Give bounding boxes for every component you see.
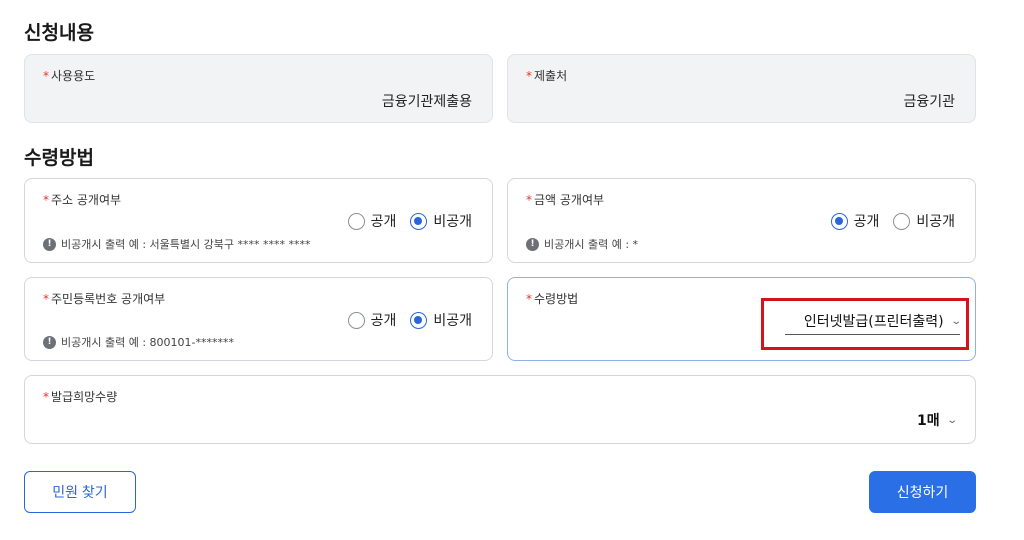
resident-number-private-radio[interactable]: 비공개 [410, 310, 472, 330]
required-mark: * [526, 292, 532, 306]
copies-field: * 발급희망수량 [24, 375, 976, 444]
address-disclosure-radio-group: 공개 비공개 [347, 211, 472, 231]
resident-number-public-radio[interactable]: 공개 [347, 310, 396, 330]
section-title-receipt: 수령방법 [24, 147, 94, 169]
submit-to-value: 금융기관 [903, 94, 955, 110]
info-icon: ! [43, 237, 56, 251]
required-mark: * [43, 69, 49, 83]
address-disclosure-hint: ! 비공개시 출력 예 : 서울특별시 강북구 **** **** **** [43, 236, 310, 252]
required-mark: * [43, 193, 49, 207]
find-civil-button[interactable]: 민원 찾기 [24, 471, 136, 513]
copies-value: 1매 [916, 413, 940, 429]
address-public-radio[interactable]: 공개 [347, 211, 396, 231]
chevron-down-icon: ⌄ [945, 414, 958, 426]
radio-checked-icon [410, 212, 428, 230]
usage-value: 금융기관제출용 [381, 94, 472, 110]
required-mark: * [43, 292, 49, 306]
radio-checked-icon [410, 311, 428, 329]
radio-unchecked-icon [347, 311, 365, 329]
required-mark: * [526, 69, 532, 83]
amount-disclosure-label: 금액 공개여부 [534, 193, 605, 207]
address-private-radio[interactable]: 비공개 [410, 211, 472, 231]
resident-number-disclosure-label: 주민등록번호 공개여부 [51, 292, 166, 306]
radio-checked-icon [830, 212, 848, 230]
amount-disclosure-field: * 금액 공개여부 공개 비공개 ! 비공개시 출력 예 : * [507, 178, 976, 263]
highlight-annotation-box [761, 298, 969, 350]
usage-label: 사용용도 [51, 69, 96, 83]
amount-public-radio[interactable]: 공개 [830, 211, 879, 231]
radio-unchecked-icon [893, 212, 911, 230]
copies-label: 발급희망수량 [51, 390, 118, 404]
address-disclosure-label: 주소 공개여부 [51, 193, 122, 207]
info-icon: ! [43, 335, 56, 349]
resident-number-disclosure-field: * 주민등록번호 공개여부 공개 비공개 ! 비공개시 출력 예 : 800101-… [24, 277, 493, 361]
submit-to-label: 제출처 [534, 69, 568, 83]
resident-number-disclosure-radio-group: 공개 비공개 [347, 310, 472, 330]
address-disclosure-field: * 주소 공개여부 공개 비공개 ! 비공개시 출력 예 : 서울특별시 강북구 *… [24, 178, 493, 263]
amount-disclosure-hint: ! 비공개시 출력 예 : * [526, 236, 638, 252]
info-icon: ! [526, 237, 539, 251]
usage-field: * 사용용도 금융기관제출용 [24, 54, 493, 123]
required-mark: * [526, 193, 532, 207]
radio-unchecked-icon [347, 212, 365, 230]
section-title-application: 신청내용 [24, 22, 94, 44]
amount-private-radio[interactable]: 비공개 [893, 211, 955, 231]
submit-to-field: * 제출처 금융기관 [507, 54, 976, 123]
copies-select[interactable]: 1매 ⌄ [880, 409, 958, 431]
receipt-method-label: 수령방법 [534, 292, 579, 306]
apply-button[interactable]: 신청하기 [869, 471, 976, 513]
required-mark: * [43, 390, 49, 404]
amount-disclosure-radio-group: 공개 비공개 [830, 211, 955, 231]
resident-number-disclosure-hint: ! 비공개시 출력 예 : 800101-******* [43, 334, 234, 350]
